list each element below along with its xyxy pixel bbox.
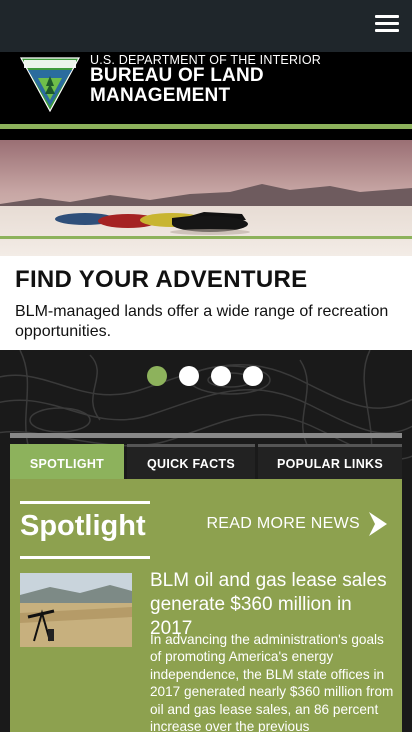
tab-popular-links[interactable]: POPULAR LINKS — [258, 444, 402, 479]
tab-quick-facts[interactable]: QUICK FACTS — [127, 444, 255, 479]
spotlight-title: Spotlight — [20, 510, 146, 542]
tab-spotlight[interactable]: SPOTLIGHT — [10, 444, 124, 479]
spotlight-heading-box: Spotlight — [20, 501, 150, 559]
spotlight-panel: Spotlight READ MORE NEWS BLM oil and gas… — [10, 479, 402, 732]
carousel-caption: FIND YOUR ADVENTURE BLM-managed lands of… — [0, 256, 412, 350]
content-tabs: SPOTLIGHT QUICK FACTS POPULAR LINKS — [10, 441, 402, 479]
blm-shield-logo[interactable] — [19, 56, 81, 113]
carousel-dot-1[interactable] — [147, 366, 167, 386]
agency-name-line2: MANAGEMENT — [90, 85, 231, 106]
carousel-headline[interactable]: FIND YOUR ADVENTURE — [15, 266, 397, 294]
agency-name[interactable]: BUREAU OF LAND MANAGEMENT — [90, 66, 264, 106]
accent-stripe — [0, 120, 412, 140]
carousel-description: BLM-managed lands offer a wide range of … — [15, 303, 389, 340]
article-thumbnail[interactable] — [20, 573, 132, 647]
read-more-label: READ MORE NEWS — [206, 515, 360, 532]
hamburger-menu-icon[interactable] — [375, 15, 399, 33]
agency-header: U.S. DEPARTMENT OF THE INTERIOR BUREAU O… — [0, 52, 412, 120]
carousel-dot-4[interactable] — [243, 366, 263, 386]
top-bar — [0, 0, 412, 52]
carousel-dot-2[interactable] — [179, 366, 199, 386]
read-more-news-link[interactable]: READ MORE NEWS — [206, 511, 390, 537]
carousel-pagination — [147, 366, 267, 386]
section-divider — [10, 433, 402, 438]
chevron-right-icon — [369, 512, 387, 536]
carousel-image[interactable] — [0, 140, 412, 256]
article-summary: In advancing the administration's goals … — [150, 632, 394, 732]
agency-name-line1: BUREAU OF LAND — [90, 65, 264, 86]
carousel-dot-3[interactable] — [211, 366, 231, 386]
